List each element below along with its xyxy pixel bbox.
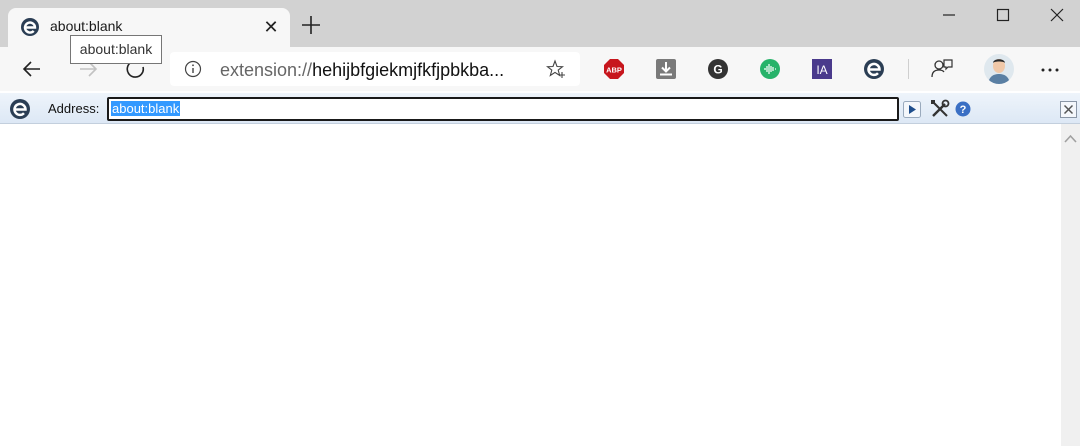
ie-tab-favicon-icon — [20, 17, 40, 37]
sound-icon[interactable] — [759, 58, 781, 80]
ie-tab-icon[interactable] — [863, 58, 885, 80]
maximize-button[interactable] — [980, 0, 1026, 30]
ie-tab-address-bar: Address: about:blank ? — [0, 93, 1080, 124]
new-tab-button[interactable] — [298, 12, 324, 38]
back-arrow-icon — [22, 61, 40, 77]
ie-logo-icon — [9, 98, 31, 120]
go-button[interactable] — [903, 101, 921, 118]
grammarly-icon[interactable]: G — [707, 58, 729, 80]
tab-close-icon[interactable]: ✕ — [260, 16, 282, 38]
page-content — [0, 124, 1061, 446]
window-close-button[interactable] — [1034, 0, 1080, 30]
address-label: Address: — [48, 101, 100, 116]
address-input[interactable]: about:blank — [107, 97, 899, 121]
feedback-icon[interactable] — [930, 57, 954, 81]
svg-text:G: G — [713, 63, 722, 77]
more-button[interactable] — [1036, 55, 1064, 83]
back-button[interactable] — [18, 55, 46, 83]
toolbar-separator — [908, 59, 909, 79]
vertical-scrollbar[interactable] — [1061, 124, 1080, 446]
ia-icon[interactable]: IA — [811, 58, 833, 80]
svg-text:ABP: ABP — [606, 66, 622, 75]
svg-text:IA: IA — [816, 63, 827, 77]
url-host: hehijbfgiekmjfkfjpbkba... — [312, 60, 505, 80]
download-icon[interactable] — [655, 58, 677, 80]
favorite-star-icon[interactable] — [545, 59, 566, 79]
svg-text:?: ? — [960, 104, 967, 116]
adblock-plus-icon[interactable]: ABP — [603, 58, 625, 80]
scroll-up-icon[interactable] — [1063, 132, 1078, 144]
address-value[interactable]: about:blank — [111, 101, 181, 116]
more-icon — [1041, 68, 1059, 72]
browser-toolbar: extension://hehijbfgiekmjfkfjpbkba... AB… — [0, 47, 1080, 91]
minimize-button[interactable] — [926, 0, 972, 30]
tab-title: about:blank — [50, 18, 123, 34]
tools-icon[interactable] — [930, 99, 950, 119]
profile-avatar[interactable] — [984, 54, 1014, 84]
close-ie-bar-icon[interactable] — [1060, 101, 1077, 118]
help-icon[interactable]: ? — [955, 101, 971, 117]
address-bar[interactable]: extension://hehijbfgiekmjfkfjpbkba... — [170, 52, 580, 86]
info-icon[interactable] — [184, 60, 202, 78]
url-scheme: extension:// — [220, 60, 313, 80]
url-text[interactable]: extension://hehijbfgiekmjfkfjpbkba... — [220, 60, 504, 81]
tab-strip: about:blank ✕ — [0, 0, 1080, 47]
tab-tooltip: about:blank — [70, 35, 162, 64]
